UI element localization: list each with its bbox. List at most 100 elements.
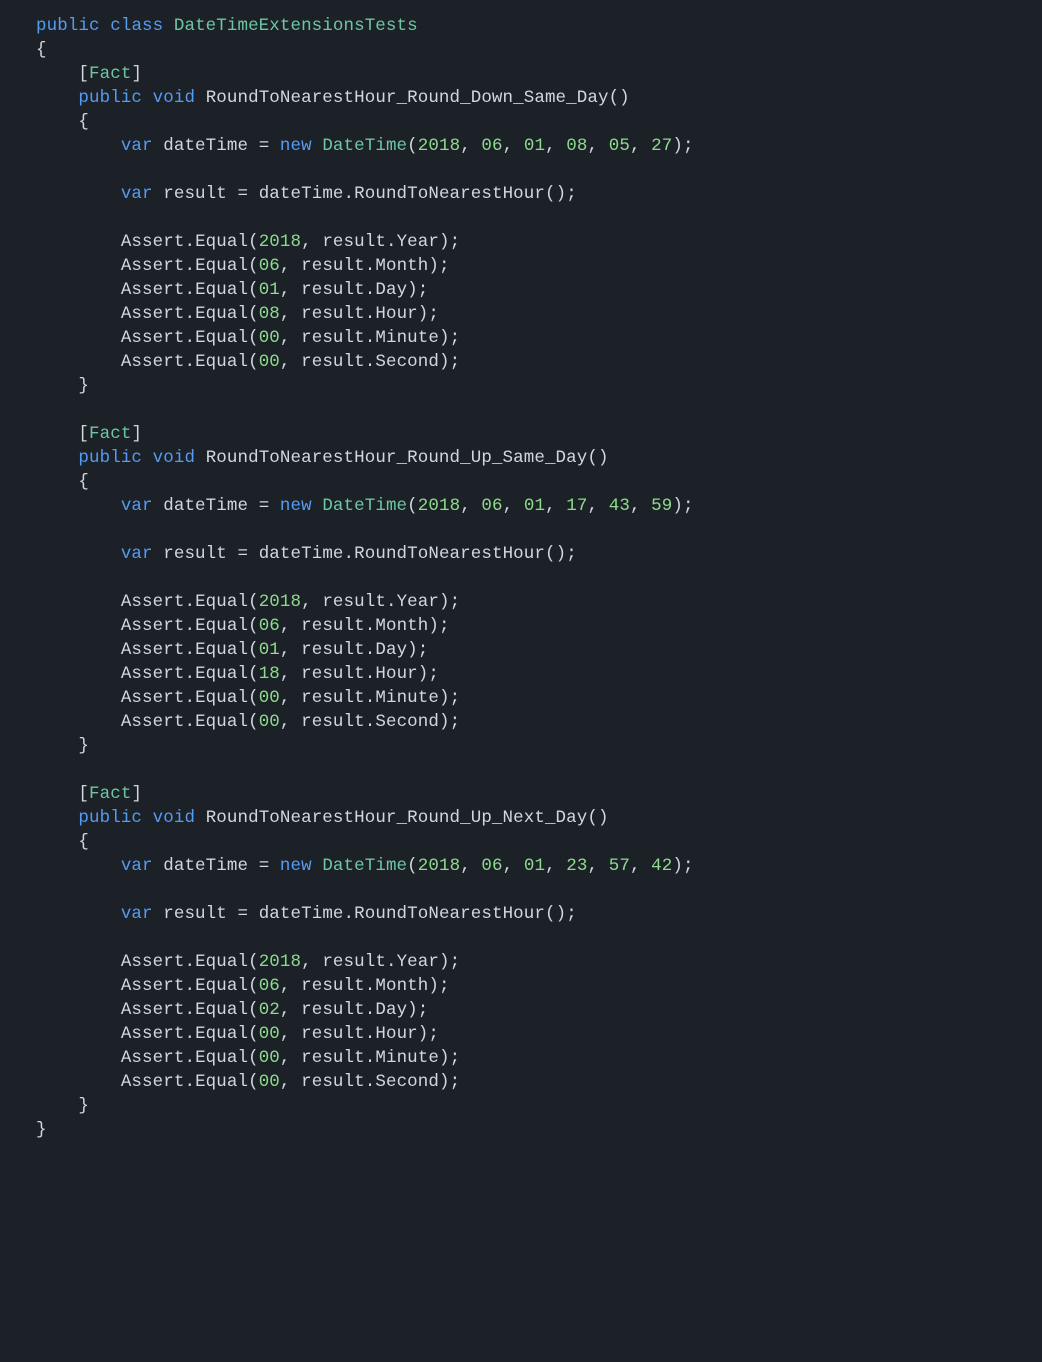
keyword-var: var (121, 856, 153, 876)
num-literal: 06 (481, 496, 502, 516)
method-call: RoundToNearestHour (354, 544, 545, 564)
var-datetime: dateTime (163, 496, 248, 516)
assert: Assert (121, 712, 185, 732)
var-result: result (163, 544, 227, 564)
prop: Year (397, 952, 439, 972)
prop: Month (375, 976, 428, 996)
prop: Second (375, 352, 439, 372)
num-literal: 06 (481, 136, 502, 156)
keyword-public: public (78, 808, 142, 828)
prop: Year (397, 592, 439, 612)
num-literal: 27 (651, 136, 672, 156)
keyword-var: var (121, 496, 153, 516)
prop: Hour (375, 1024, 417, 1044)
keyword-public: public (36, 16, 100, 36)
assert: Assert (121, 976, 185, 996)
num-literal: 2018 (259, 952, 301, 972)
assert: Assert (121, 328, 185, 348)
num-literal: 00 (259, 1048, 280, 1068)
method-name: RoundToNearestHour_Round_Down_Same_Day (206, 88, 609, 108)
assert: Assert (121, 1072, 185, 1092)
num-literal: 06 (259, 616, 280, 636)
attr-fact: Fact (89, 784, 131, 804)
num-literal: 01 (524, 136, 545, 156)
keyword-public: public (78, 448, 142, 468)
type-datetime: DateTime (322, 136, 407, 156)
num-literal: 17 (566, 496, 587, 516)
num-literal: 2018 (418, 856, 460, 876)
keyword-void: void (153, 88, 195, 108)
var-result: result (163, 184, 227, 204)
keyword-var: var (121, 136, 153, 156)
keyword-class: class (110, 16, 163, 36)
brace-open: { (36, 40, 47, 60)
num-literal: 42 (651, 856, 672, 876)
assert: Assert (121, 352, 185, 372)
num-literal: 02 (259, 1000, 280, 1020)
num-literal: 43 (609, 496, 630, 516)
assert: Assert (121, 1024, 185, 1044)
prop: Hour (375, 664, 417, 684)
num-literal: 2018 (259, 592, 301, 612)
assert: Assert (121, 616, 185, 636)
assert: Assert (121, 1000, 185, 1020)
num-literal: 01 (259, 280, 280, 300)
prop: Month (375, 616, 428, 636)
method-name: RoundToNearestHour_Round_Up_Same_Day (206, 448, 588, 468)
num-literal: 08 (259, 304, 280, 324)
assert: Assert (121, 1048, 185, 1068)
keyword-new: new (280, 136, 312, 156)
keyword-new: new (280, 496, 312, 516)
keyword-var: var (121, 904, 153, 924)
var-datetime: dateTime (163, 856, 248, 876)
num-literal: 06 (259, 256, 280, 276)
num-literal: 01 (524, 856, 545, 876)
prop: Day (375, 640, 407, 660)
attr-close: ] (131, 424, 142, 444)
keyword-public: public (78, 88, 142, 108)
num-literal: 00 (259, 712, 280, 732)
prop: Day (375, 1000, 407, 1020)
attr-open: [ (78, 64, 89, 84)
num-literal: 57 (609, 856, 630, 876)
num-literal: 00 (259, 352, 280, 372)
assert: Assert (121, 304, 185, 324)
prop: Minute (375, 688, 439, 708)
attr-fact: Fact (89, 424, 131, 444)
num-literal: 05 (609, 136, 630, 156)
prop: Second (375, 1072, 439, 1092)
prop: Year (397, 232, 439, 252)
keyword-var: var (121, 184, 153, 204)
var-datetime: dateTime (163, 136, 248, 156)
num-literal: 2018 (418, 136, 460, 156)
assert: Assert (121, 952, 185, 972)
num-literal: 01 (259, 640, 280, 660)
keyword-new: new (280, 856, 312, 876)
keyword-void: void (153, 808, 195, 828)
prop: Day (375, 280, 407, 300)
keyword-var: var (121, 544, 153, 564)
assert: Assert (121, 640, 185, 660)
var-result: result (163, 904, 227, 924)
method-name: RoundToNearestHour_Round_Up_Next_Day (206, 808, 588, 828)
code-block: public class DateTimeExtensionsTests { [… (0, 0, 1042, 1142)
method-call: RoundToNearestHour (354, 904, 545, 924)
num-literal: 08 (566, 136, 587, 156)
assert: Assert (121, 688, 185, 708)
prop: Hour (375, 304, 417, 324)
num-literal: 00 (259, 1024, 280, 1044)
num-literal: 2018 (259, 232, 301, 252)
prop: Second (375, 712, 439, 732)
num-literal: 06 (259, 976, 280, 996)
num-literal: 00 (259, 1072, 280, 1092)
num-literal: 59 (651, 496, 672, 516)
num-literal: 00 (259, 688, 280, 708)
prop: Month (375, 256, 428, 276)
prop: Minute (375, 328, 439, 348)
num-literal: 2018 (418, 496, 460, 516)
method-call: RoundToNearestHour (354, 184, 545, 204)
keyword-void: void (153, 448, 195, 468)
brace-close: } (36, 1120, 47, 1140)
assert: Assert (121, 664, 185, 684)
assert: Assert (121, 280, 185, 300)
